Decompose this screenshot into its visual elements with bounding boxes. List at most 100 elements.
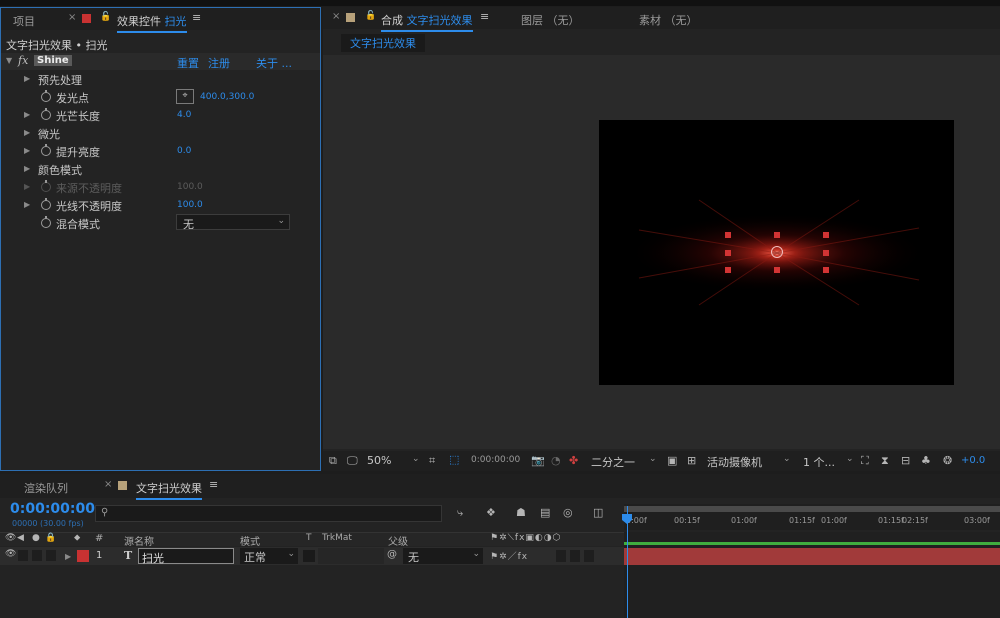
twirl-right-icon[interactable]: ▶ <box>24 110 30 119</box>
work-area-bar[interactable] <box>624 506 1000 512</box>
col-hash[interactable]: # <box>95 533 103 544</box>
anchor-point-icon[interactable] <box>771 246 783 258</box>
layer-handle[interactable] <box>823 232 829 238</box>
panel-menu-icon[interactable]: ≡ <box>192 11 201 24</box>
tab-layer[interactable]: 图层 （无） <box>521 12 580 28</box>
fx-icon[interactable]: fx <box>18 54 28 67</box>
layer-switches-icon[interactable]: ⚑✲⟍fx▣◐◑⬡ <box>490 533 561 543</box>
layer-switch-icons[interactable]: ⚑✲／fx <box>490 549 528 562</box>
viewer-area[interactable] <box>323 55 1000 449</box>
reset-exposure-icon[interactable]: ❂ <box>943 454 952 467</box>
flowchart-icon[interactable]: ♣ <box>921 454 931 467</box>
tab-footage[interactable]: 素材 （无） <box>639 12 698 28</box>
tab-effect-controls[interactable]: 效果控件 扫光 <box>117 13 187 33</box>
exposure-value[interactable]: +0.0 <box>961 455 985 466</box>
prop-value[interactable]: 400.0,300.0 <box>200 92 254 102</box>
lock-icon[interactable]: 🔓 <box>365 11 376 21</box>
snapshot-icon[interactable]: ◔ <box>551 454 561 467</box>
about-link[interactable]: 关于 ... <box>256 55 292 71</box>
lock-icon[interactable]: 🔓 <box>100 12 111 22</box>
timeline-icon[interactable]: ⊟ <box>901 454 910 467</box>
shy-layers-icon[interactable]: ☗ <box>516 506 526 519</box>
twirl-right-icon[interactable]: ▶ <box>24 146 30 155</box>
camera-dropdown[interactable]: 活动摄像机 ⌄ <box>707 454 795 470</box>
eye-icon[interactable]: 👁 <box>5 549 16 559</box>
lock-icon[interactable]: 🔒 <box>45 533 56 543</box>
toggle-pixel-aspect-icon[interactable]: ⛶ <box>861 454 869 468</box>
stopwatch-icon[interactable] <box>41 198 51 210</box>
pickwhip-icon[interactable]: @ <box>387 549 397 560</box>
layer-search-input[interactable]: ⚲ <box>95 505 442 522</box>
frame-blending-icon[interactable]: ▤ <box>540 506 550 519</box>
stopwatch-icon[interactable] <box>41 216 51 228</box>
zoom-dropdown[interactable]: 50% ⌄ <box>367 454 423 467</box>
layer-name-field[interactable]: 扫光 <box>138 548 234 565</box>
timeline-timecode[interactable]: 0:00:00:00 <box>10 501 95 517</box>
audio-icon[interactable]: ◀ <box>17 533 24 543</box>
layer-handle[interactable] <box>725 267 731 273</box>
safe-margins-icon[interactable]: ⬚ <box>449 453 459 466</box>
close-icon[interactable]: × <box>332 11 340 22</box>
roi-icon[interactable]: ▣ <box>667 454 677 467</box>
layer-handle[interactable] <box>725 232 731 238</box>
panel-menu-icon[interactable]: ≡ <box>209 478 218 491</box>
prop-row-preprocess[interactable]: ▶ 预先处理 <box>1 70 320 88</box>
comp-chip[interactable]: 文字扫光效果 <box>341 34 425 52</box>
prop-row-shine-opacity[interactable]: ▶ 光线不透明度 100.0 <box>1 196 320 214</box>
switch-box[interactable] <box>584 550 594 562</box>
switch-box[interactable] <box>570 550 580 562</box>
tab-timeline-comp[interactable]: 文字扫光效果 <box>136 480 202 500</box>
motion-blur-icon[interactable]: ◎ <box>563 506 573 519</box>
col-trkmat[interactable]: TrkMat <box>322 533 352 543</box>
prop-row-boost-light[interactable]: ▶ 提升亮度 0.0 <box>1 142 320 160</box>
always-preview-icon[interactable]: ⧉ <box>329 454 337 468</box>
comp-canvas[interactable] <box>599 120 954 385</box>
twirl-right-icon[interactable]: ▶ <box>65 552 71 561</box>
lock-toggle[interactable] <box>46 550 56 561</box>
stopwatch-icon[interactable] <box>41 90 51 102</box>
col-source-name[interactable]: 源名称 <box>124 533 154 548</box>
layer-row[interactable]: 👁 ▶ 1 T 扫光 正常 ⌄ @ 无 ⌄ ⚑✲／fx <box>0 547 624 565</box>
panel-menu-icon[interactable]: ≡ <box>480 10 489 23</box>
stopwatch-icon[interactable] <box>41 108 51 120</box>
prop-row-transfer-mode[interactable]: 混合模式 无 ⌄ <box>1 214 320 232</box>
col-mode[interactable]: 模式 <box>240 533 260 548</box>
views-dropdown[interactable]: 1 个... ⌄ <box>803 454 855 470</box>
twirl-right-icon[interactable]: ▶ <box>24 74 30 83</box>
camera-icon[interactable]: 📷 <box>531 454 545 467</box>
switch-box[interactable] <box>556 550 566 562</box>
prop-row-ray-length[interactable]: ▶ 光芒长度 4.0 <box>1 106 320 124</box>
transparency-grid-icon[interactable]: ⊞ <box>687 454 696 467</box>
comp-mini-flowchart-icon[interactable]: ⤷ <box>457 506 463 520</box>
prop-row-shimmer[interactable]: ▶ 微光 <box>1 124 320 142</box>
resolution-dropdown[interactable]: 二分之一 ⌄ <box>591 454 661 470</box>
draft-3d-icon[interactable]: ❖ <box>486 506 496 519</box>
reset-link[interactable]: 重置 <box>177 55 199 71</box>
preserve-transparency-box[interactable] <box>303 550 315 562</box>
label-tag-icon[interactable]: ⬥ <box>74 533 80 543</box>
tab-project[interactable]: 项目 <box>13 13 35 29</box>
monitor-icon[interactable]: 🖵 <box>347 454 358 468</box>
audio-toggle[interactable] <box>18 550 28 561</box>
prop-value[interactable]: 100.0 <box>177 200 203 210</box>
eye-icon[interactable]: 👁 <box>5 533 16 543</box>
layer-handle[interactable] <box>774 232 780 238</box>
crosshair-icon[interactable]: ⌖ <box>176 89 194 104</box>
effect-row-shine[interactable]: ▼ fx Shine 重置 注册 关于 ... <box>1 53 320 70</box>
track-area[interactable] <box>624 532 1000 618</box>
twirl-right-icon[interactable]: ▶ <box>24 200 30 209</box>
blend-mode-dropdown[interactable]: 正常 ⌄ <box>240 548 298 564</box>
close-icon[interactable]: × <box>68 12 76 23</box>
layer-handle[interactable] <box>725 250 731 256</box>
transfer-mode-dropdown[interactable]: 无 ⌄ <box>176 214 290 231</box>
parent-dropdown[interactable]: 无 ⌄ <box>403 548 483 564</box>
prop-row-source-point[interactable]: 发光点 ⌖ 400.0,300.0 <box>1 88 320 106</box>
time-ruler[interactable]: 0:00f 00:15f 01:00f 01:15f 01:00f 01:15f… <box>624 504 1000 530</box>
layer-duration-bar[interactable] <box>624 548 1000 565</box>
tab-render-queue[interactable]: 渲染队列 <box>24 480 68 496</box>
solo-toggle[interactable] <box>32 550 42 561</box>
layer-handle[interactable] <box>823 267 829 273</box>
stopwatch-icon[interactable] <box>41 144 51 156</box>
col-t[interactable]: T <box>306 533 312 543</box>
fast-preview-icon[interactable]: ⧗ <box>881 454 889 468</box>
